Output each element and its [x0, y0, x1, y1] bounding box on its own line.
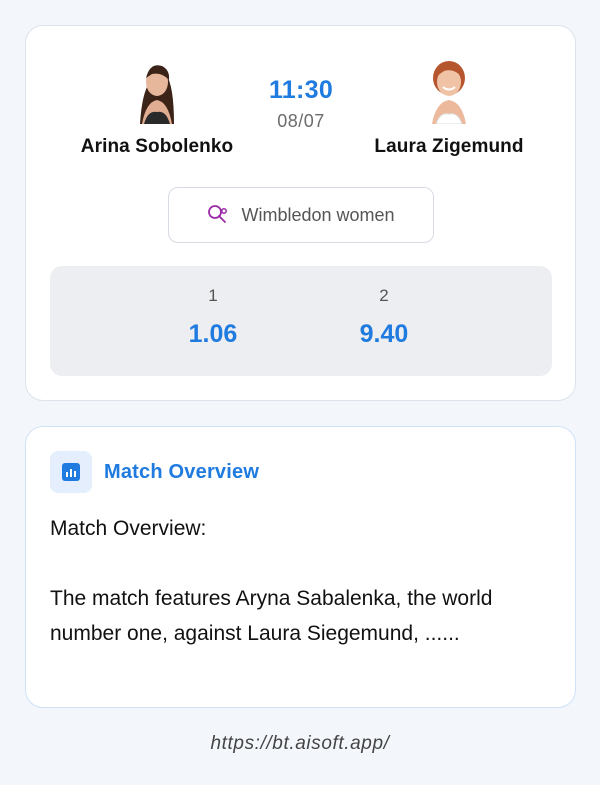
- odd-away-label: 2: [379, 286, 389, 305]
- odd-home-value: 1.06: [188, 320, 238, 348]
- away-player[interactable]: Laura Zigemund: [349, 52, 549, 158]
- odd-away-value: 9.40: [359, 320, 409, 348]
- away-player-avatar: [424, 52, 474, 124]
- overview-header: Match Overview: [50, 451, 259, 493]
- odd-home[interactable]: 1 1.06: [153, 286, 273, 349]
- overview-text: Match Overview: The match features Aryna…: [50, 517, 493, 645]
- overview-title: Match Overview: [104, 460, 260, 483]
- tournament-chip[interactable]: Wimbledon women: [168, 187, 434, 243]
- home-player-avatar: [132, 52, 182, 124]
- tennis-racket-icon: [207, 204, 229, 226]
- footer-url[interactable]: https://bt.aisoft.app/: [0, 733, 600, 755]
- odds-panel: 1 1.06 2 9.40: [50, 266, 552, 376]
- odd-home-label: 1: [208, 286, 218, 305]
- away-player-name: Laura Zigemund: [374, 136, 524, 157]
- match-card[interactable]: Arina Sobolenko 11:30 08/07 Laura Zigemu…: [25, 25, 576, 401]
- home-player-name: Arina Sobolenko: [80, 136, 234, 157]
- bar-chart-icon: [50, 451, 92, 493]
- odd-away[interactable]: 2 9.40: [324, 286, 444, 349]
- tournament-name: Wimbledon women: [241, 204, 395, 225]
- overview-card: Match Overview Match Overview: The match…: [25, 426, 576, 708]
